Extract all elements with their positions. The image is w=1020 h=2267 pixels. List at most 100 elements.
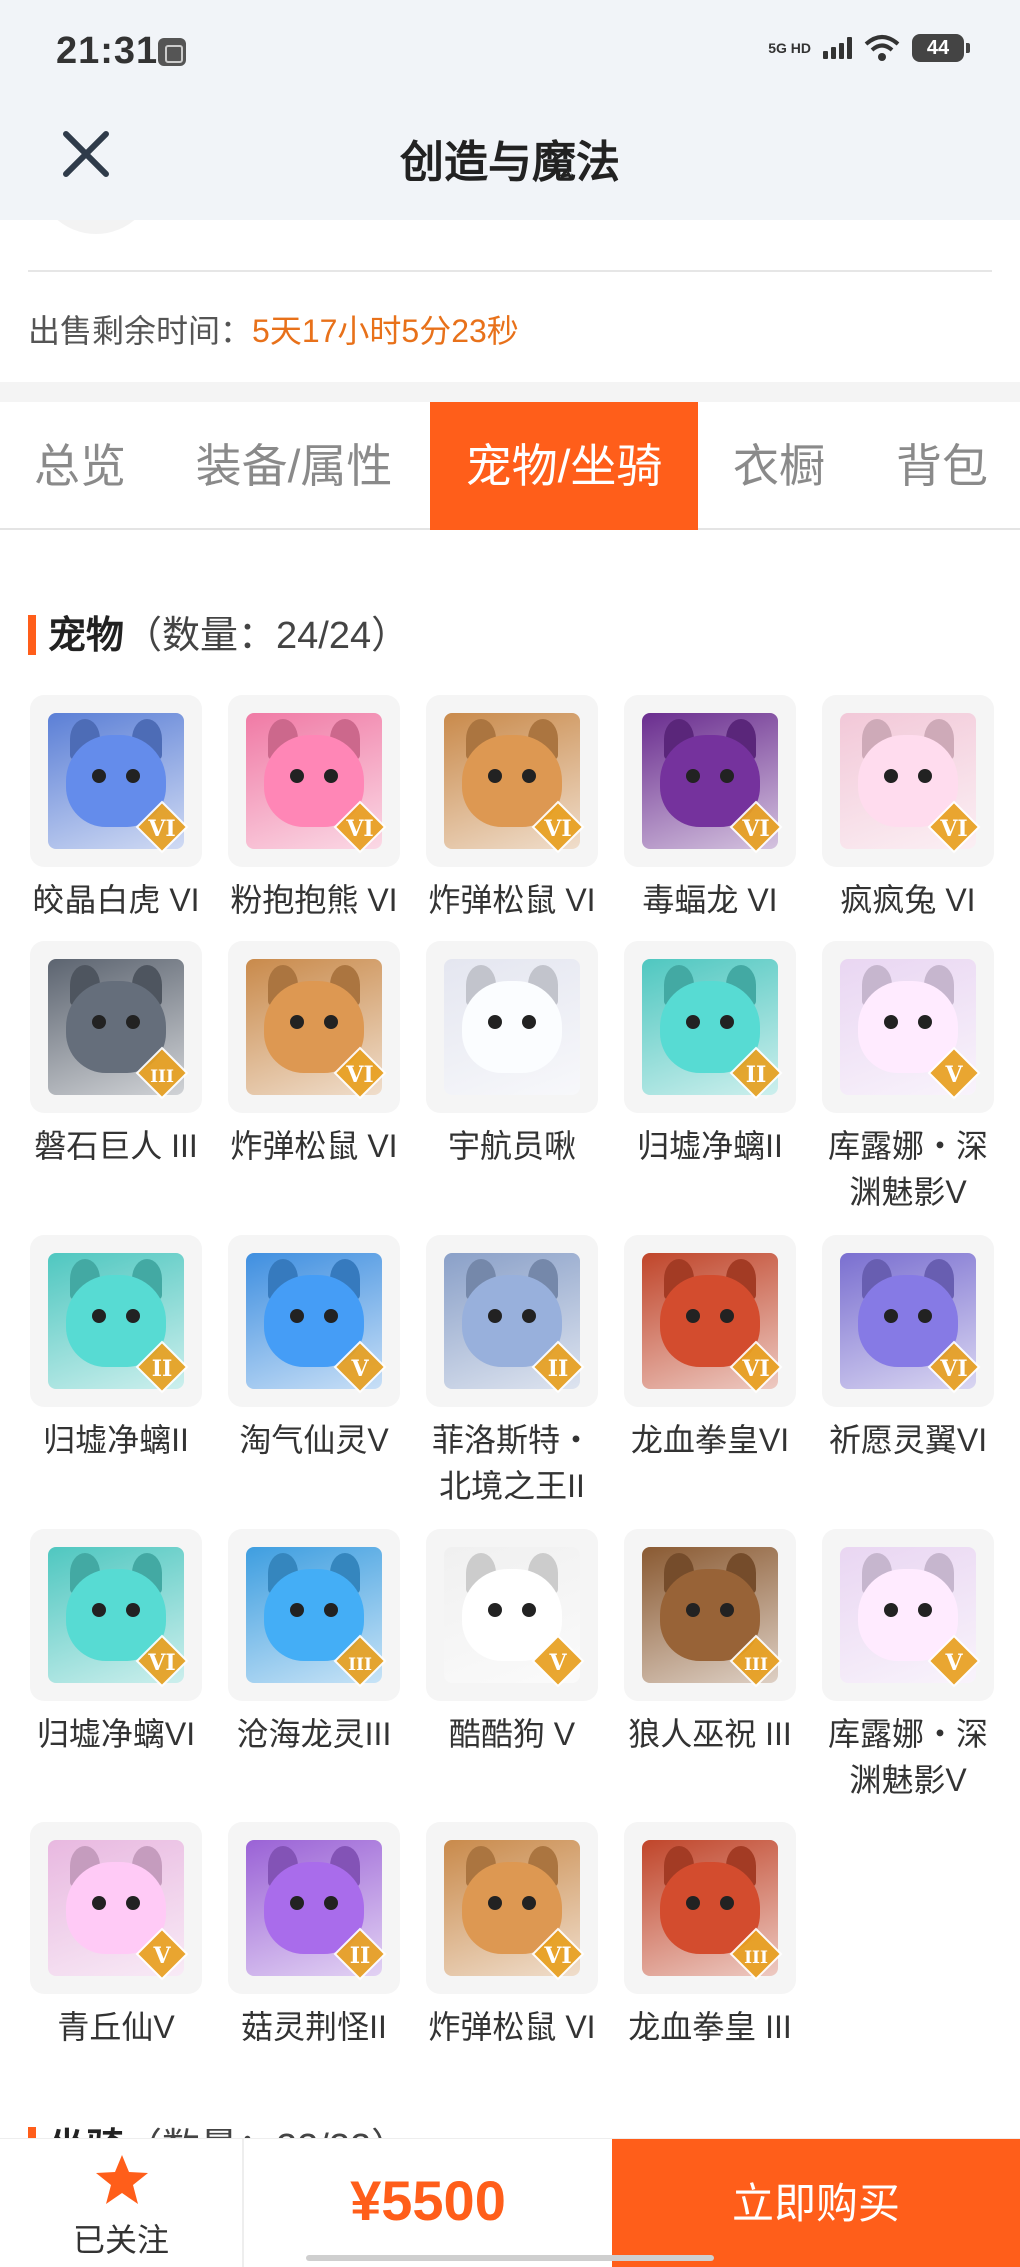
tab-equipment[interactable]: 装备/属性 <box>176 402 412 530</box>
tab-overview[interactable]: 总览 <box>10 402 150 530</box>
pet-thumbnail: VI <box>426 695 598 867</box>
pet-item[interactable]: VI 炸弹松鼠 VI <box>424 695 600 923</box>
pet-item[interactable]: VI 粉抱抱熊 VI <box>226 695 402 923</box>
rank-badge: VI <box>926 1339 982 1395</box>
status-time: 21:31 <box>56 30 159 72</box>
pet-name: 炸弹松鼠 VI <box>230 1128 398 1164</box>
rank-badge: II <box>728 1045 784 1101</box>
pet-item[interactable]: VI 皎晶白虎 VI <box>28 695 204 923</box>
wifi-icon <box>864 35 900 61</box>
pet-item[interactable]: II 归墟净螭II <box>28 1235 204 1463</box>
pet-item[interactable]: VI 龙血拳皇VI <box>622 1235 798 1463</box>
pet-item[interactable]: II 菲洛斯特・北境之王II <box>424 1235 600 1509</box>
pet-item[interactable]: III 沧海龙灵III <box>226 1529 402 1757</box>
pet-item[interactable]: VI 毒蝠龙 VI <box>622 695 798 923</box>
pet-item[interactable]: V 库露娜・深渊魅影V <box>820 941 996 1215</box>
svg-text:V: V <box>350 1356 369 1382</box>
pet-thumbnail: V <box>228 1235 400 1407</box>
sale-remaining-time: 出售剩余时间：5天17小时5分23秒 <box>28 306 519 352</box>
pet-name: 龙血拳皇 III <box>628 2009 792 2045</box>
status-bar: 21:31 5G HD 44 <box>0 0 1020 110</box>
pet-thumbnail: III <box>624 1529 796 1701</box>
rank-badge: V <box>926 1045 982 1101</box>
pet-name: 酷酷狗 V <box>448 1716 576 1752</box>
svg-text:II: II <box>548 1356 569 1382</box>
pet-item[interactable]: V 淘气仙灵V <box>226 1235 402 1463</box>
buy-now-button[interactable]: 立即购买 <box>612 2139 1020 2267</box>
follow-button[interactable]: 已关注 <box>0 2139 244 2267</box>
tab-pets-mounts[interactable]: 宠物/坐骑 <box>430 402 698 530</box>
pet-item[interactable]: VI 疯疯兔 VI <box>820 695 996 923</box>
pet-thumbnail: II <box>624 941 796 1113</box>
rank-badge: III <box>332 1633 388 1689</box>
pet-thumbnail: VI <box>30 1529 202 1701</box>
pet-thumbnail: V <box>822 941 994 1113</box>
pet-name: 青丘仙V <box>57 2009 175 2045</box>
mounts-header: 坐骑（数量：22/22） <box>28 2116 409 2138</box>
rank-badge: V <box>332 1339 388 1395</box>
pet-name: 狼人巫祝 III <box>628 1716 792 1752</box>
svg-text:VI: VI <box>543 816 571 842</box>
section-name: 宠物 <box>48 615 125 657</box>
pet-item[interactable]: V 酷酷狗 V <box>424 1529 600 1757</box>
svg-text:VI: VI <box>147 816 175 842</box>
pet-item[interactable]: V 库露娜・深渊魅影V <box>820 1529 996 1803</box>
tab-backpack[interactable]: 背包 <box>872 402 1012 530</box>
pet-item[interactable]: V 青丘仙V <box>28 1822 204 2050</box>
pet-thumbnail: III <box>228 1529 400 1701</box>
rank-badge: VI <box>332 1045 388 1101</box>
pet-item[interactable]: VI 归墟净螭VI <box>28 1529 204 1757</box>
svg-text:III: III <box>744 1655 768 1675</box>
pet-thumbnail: VI <box>624 695 796 867</box>
tab-bar: 总览 装备/属性 宠物/坐骑 衣橱 背包 <box>0 402 1020 530</box>
svg-text:VI: VI <box>543 1943 571 1969</box>
svg-text:II: II <box>350 1943 371 1969</box>
pet-name: 毒蝠龙 VI <box>642 882 778 918</box>
pet-item[interactable]: II 归墟净螭II <box>622 941 798 1169</box>
network-type: 5G HD <box>768 40 811 56</box>
signal-icon <box>823 37 852 59</box>
rank-badge: VI <box>134 799 190 855</box>
pet-item[interactable]: VI 祈愿灵翼VI <box>820 1235 996 1463</box>
pet-item[interactable]: VI 炸弹松鼠 VI <box>226 941 402 1169</box>
rank-badge: V <box>530 1633 586 1689</box>
pet-thumbnail: II <box>30 1235 202 1407</box>
pet-thumbnail: III <box>30 941 202 1113</box>
pet-name: 炸弹松鼠 VI <box>428 882 596 918</box>
rank-badge: VI <box>728 799 784 855</box>
tab-wardrobe[interactable]: 衣橱 <box>714 402 844 530</box>
follow-label: 已关注 <box>72 2222 169 2258</box>
sale-countdown: 5天17小时5分23秒 <box>252 313 519 349</box>
navbar: 创造与魔法 <box>0 110 1020 220</box>
pet-name: 归墟净螭II <box>637 1128 783 1164</box>
svg-text:III: III <box>744 1948 768 1968</box>
pet-name: 龙血拳皇VI <box>630 1422 790 1458</box>
pet-name: 磐石巨人 III <box>34 1128 198 1164</box>
pet-thumbnail: VI <box>228 695 400 867</box>
pet-item[interactable]: 宇航员啾 <box>424 941 600 1169</box>
pet-name: 疯疯兔 VI <box>840 882 976 918</box>
section-title-pets: 宠物（数量：24/24） <box>28 604 409 659</box>
svg-text:VI: VI <box>345 816 373 842</box>
svg-text:VI: VI <box>939 816 967 842</box>
pet-name: 祈愿灵翼VI <box>828 1422 988 1458</box>
pet-name: 归墟净螭II <box>43 1422 189 1458</box>
pet-item[interactable]: III 磐石巨人 III <box>28 941 204 1169</box>
pet-name: 炸弹松鼠 VI <box>428 2009 596 2045</box>
bottom-action-bar: 已关注 ¥5500 立即购买 <box>0 2138 1020 2267</box>
pet-item[interactable]: III 龙血拳皇 III <box>622 1822 798 2050</box>
pet-thumbnail <box>426 941 598 1113</box>
svg-text:III: III <box>150 1067 174 1087</box>
svg-text:III: III <box>348 1655 372 1675</box>
pet-item[interactable]: II 菇灵荆怪II <box>226 1822 402 2050</box>
pet-name: 库露娜・深渊魅影V <box>827 1716 988 1798</box>
sale-label: 出售剩余时间： <box>28 313 253 349</box>
rank-badge: V <box>926 1633 982 1689</box>
pet-name: 宇航员啾 <box>447 1128 576 1164</box>
home-indicator[interactable] <box>306 2255 714 2261</box>
pet-item[interactable]: VI 炸弹松鼠 VI <box>424 1822 600 2050</box>
pet-item[interactable]: III 狼人巫祝 III <box>622 1529 798 1757</box>
star-icon <box>96 2155 148 2204</box>
rank-badge: II <box>332 1926 388 1982</box>
rank-badge: II <box>530 1339 586 1395</box>
